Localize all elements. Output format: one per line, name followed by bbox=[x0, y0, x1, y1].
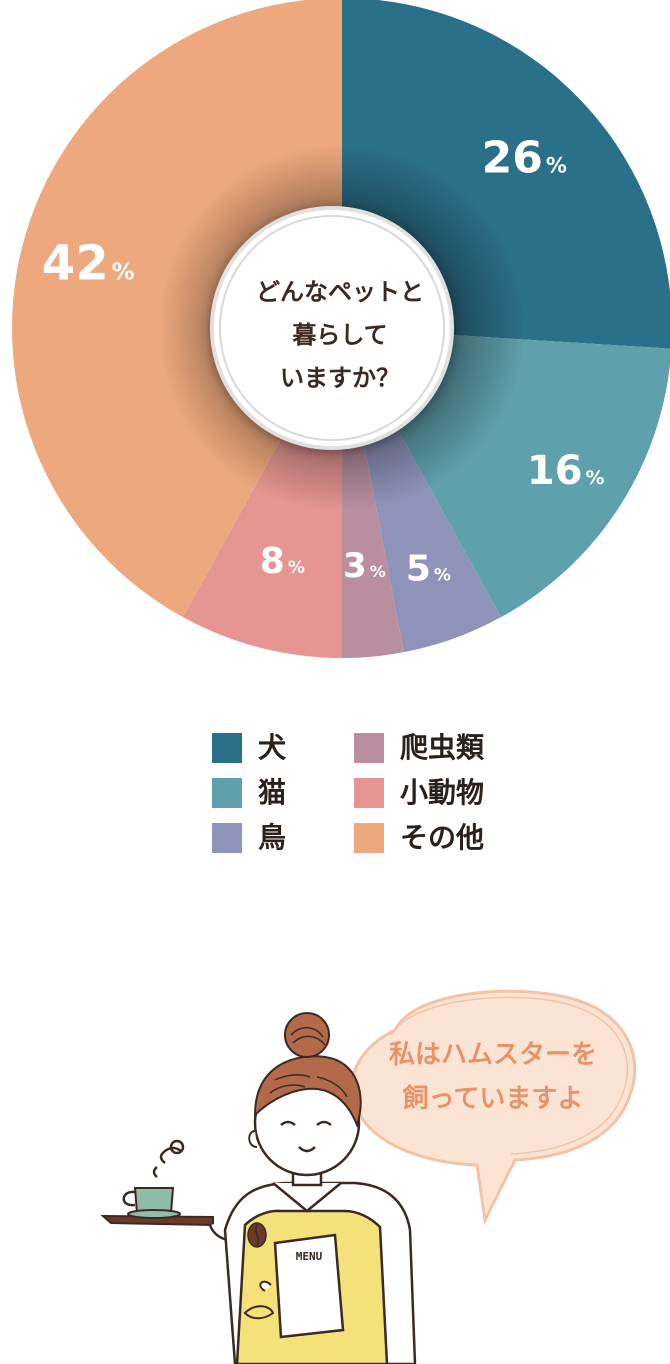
legend-item-cat: 猫 bbox=[212, 770, 286, 815]
legend-label-other: その他 bbox=[400, 820, 485, 854]
legend-item-reptile: 爬虫類 bbox=[354, 725, 484, 770]
legend-swatch-small-animal bbox=[354, 777, 384, 808]
legend-swatch-dog bbox=[212, 732, 242, 763]
legend-item-dog: 犬 bbox=[212, 725, 286, 770]
legend-swatch-cat bbox=[212, 777, 242, 808]
legend-column-1: 犬 猫 鳥 bbox=[212, 725, 286, 860]
legend-label-dog: 犬 bbox=[258, 730, 287, 764]
center-title-line-2: 暮らして bbox=[292, 321, 387, 349]
legend-label-reptile: 爬虫類 bbox=[400, 730, 485, 764]
legend-item-small-animal: 小動物 bbox=[354, 770, 484, 815]
legend-label-cat: 猫 bbox=[258, 775, 287, 809]
speech-bubble-line-1: 私はハムスターを bbox=[389, 1040, 597, 1070]
speech-bubble: 私はハムスターを 飼っていますよ bbox=[350, 989, 637, 1225]
steam-icon bbox=[152, 1139, 185, 1178]
legend-swatch-other bbox=[354, 822, 384, 853]
legend-swatch-reptile bbox=[354, 732, 384, 763]
pie-chart: 26 %16 %5 %3 %8 %42% どんなペットと 暮らして いますか？ bbox=[12, 0, 670, 658]
legend-item-other: その他 bbox=[354, 815, 484, 860]
legend: 犬 猫 鳥 爬虫類 小動物 その他 bbox=[212, 725, 532, 860]
legend-column-2: 爬虫類 小動物 その他 bbox=[354, 725, 484, 860]
legend-swatch-bird bbox=[212, 822, 242, 853]
legend-item-bird: 鳥 bbox=[212, 815, 286, 860]
speech-bubble-line-2: 飼っていますよ bbox=[403, 1083, 584, 1114]
center-title-line-3: いますか？ bbox=[280, 364, 400, 392]
waitress-illustration: 私はハムスターを 飼っていますよ MENU bbox=[100, 989, 637, 1364]
tray bbox=[100, 1187, 214, 1227]
legend-label-bird: 鳥 bbox=[258, 820, 287, 854]
face bbox=[248, 1012, 362, 1177]
center-title-line-1: どんなペットと bbox=[256, 278, 424, 306]
legend-label-small-animal: 小動物 bbox=[400, 775, 485, 809]
menu-label: MENU bbox=[296, 1250, 323, 1263]
